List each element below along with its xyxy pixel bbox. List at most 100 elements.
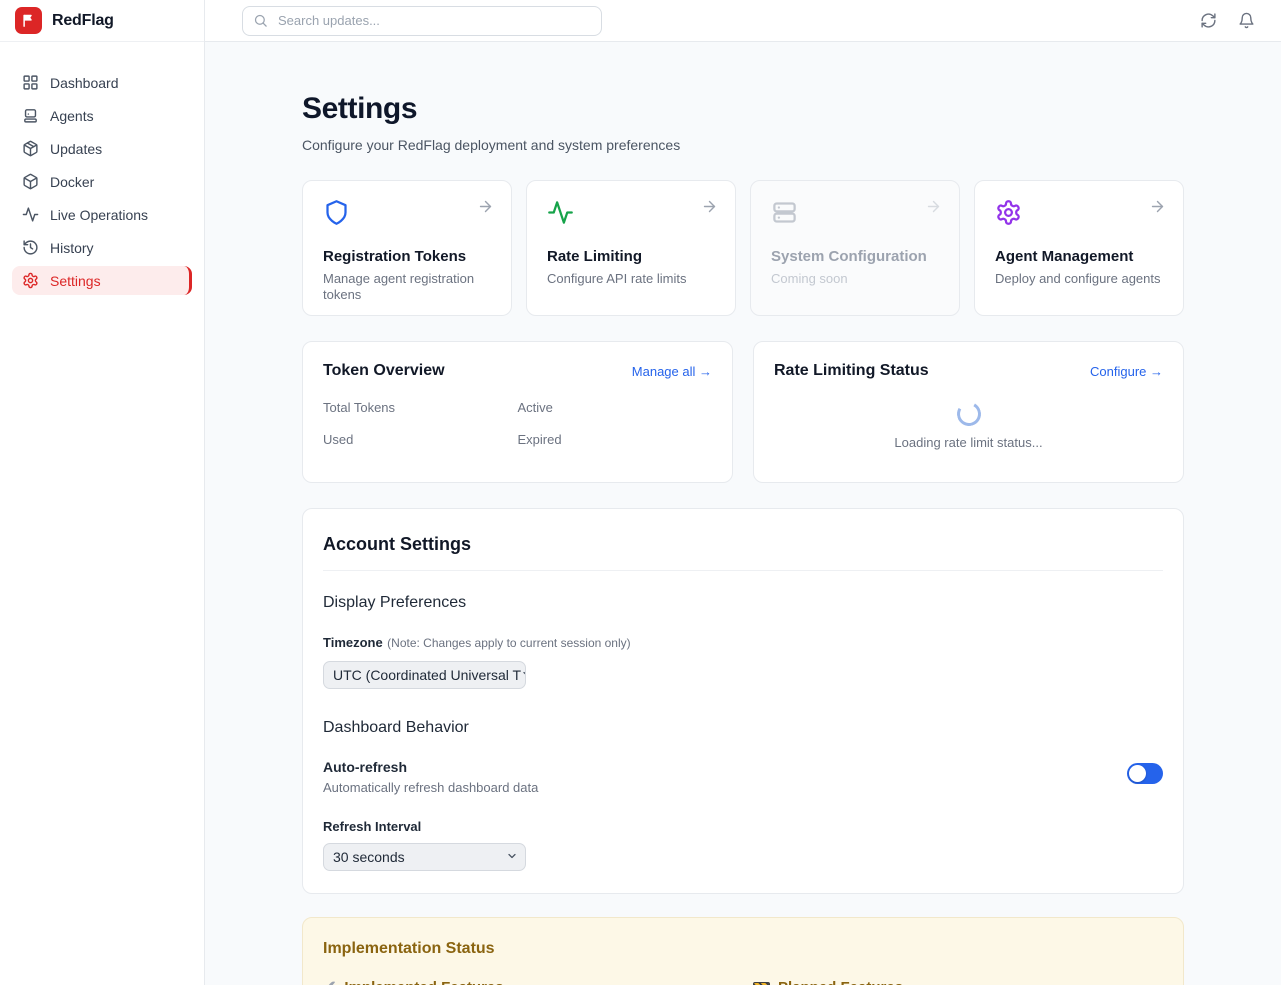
activity-icon [22, 206, 39, 223]
page-title: Settings [302, 92, 1184, 126]
quick-cards: Registration Tokens Manage agent registr… [302, 180, 1184, 316]
refresh-interval-value: 30 seconds [333, 849, 405, 865]
refresh-interval-select[interactable]: 30 seconds [323, 843, 526, 871]
card-system-configuration: System Configuration Coming soon [750, 180, 960, 316]
implemented-features-heading: Implemented Features [344, 979, 503, 985]
app-window: RedFlag Dashboard Agents Updates Docker … [0, 0, 1281, 985]
overview-panels: Token Overview Manage all → Total Tokens… [302, 341, 1184, 483]
search-box[interactable] [242, 6, 602, 36]
package-icon [22, 140, 39, 157]
timezone-note: (Note: Changes apply to current session … [387, 636, 630, 650]
server-icon [22, 107, 39, 124]
chevron-down-icon [521, 667, 526, 683]
construction-icon [753, 982, 770, 985]
page-subtitle: Configure your RedFlag deployment and sy… [302, 137, 1184, 153]
panel-title: Rate Limiting Status [774, 362, 929, 380]
auto-refresh-label: Auto-refresh [323, 759, 538, 775]
rate-limiting-status-panel: Rate Limiting Status Configure → Loading… [753, 341, 1184, 483]
bell-icon [1238, 12, 1255, 29]
sidebar-nav: Dashboard Agents Updates Docker Live Ope… [0, 42, 204, 321]
refresh-icon [1200, 12, 1217, 29]
manage-all-link[interactable]: Manage all → [632, 364, 712, 379]
configure-link[interactable]: Configure → [1090, 364, 1163, 379]
sidebar-item-history[interactable]: History [12, 233, 192, 262]
check-icon: ✔ [323, 980, 336, 985]
gear-icon [22, 272, 39, 289]
card-title: System Configuration [771, 248, 939, 265]
sidebar-item-label: Updates [50, 141, 102, 157]
card-desc: Deploy and configure agents [995, 271, 1163, 287]
main-area: Settings Configure your RedFlag deployme… [205, 0, 1281, 985]
card-desc: Configure API rate limits [547, 271, 715, 287]
toggle-knob [1129, 765, 1146, 782]
sidebar-item-label: History [50, 240, 94, 256]
card-title: Agent Management [995, 248, 1163, 265]
stat-total-tokens: Total Tokens [323, 400, 518, 415]
gear-icon [995, 213, 1022, 230]
sidebar-item-docker[interactable]: Docker [12, 167, 192, 196]
arrow-right-icon [701, 198, 718, 220]
card-rate-limiting[interactable]: Rate Limiting Configure API rate limits [526, 180, 736, 316]
card-registration-tokens[interactable]: Registration Tokens Manage agent registr… [302, 180, 512, 316]
search-icon [253, 13, 268, 28]
timezone-select[interactable]: UTC (Coordinated Universal T [323, 661, 526, 689]
stat-used: Used [323, 432, 518, 447]
search-input[interactable] [276, 12, 591, 29]
sidebar-item-label: Live Operations [50, 207, 148, 223]
sidebar-item-settings[interactable]: Settings [12, 266, 192, 295]
notifications-button[interactable] [1238, 12, 1255, 29]
sidebar-item-label: Docker [50, 174, 94, 190]
card-desc: Coming soon [771, 271, 939, 287]
display-preferences-heading: Display Preferences [323, 594, 1163, 612]
content-area: Settings Configure your RedFlag deployme… [205, 42, 1281, 985]
brand-header: RedFlag [0, 0, 204, 42]
shield-icon [323, 213, 350, 230]
panel-title: Token Overview [323, 362, 445, 380]
activity-icon [547, 213, 574, 230]
card-desc: Manage agent registration tokens [323, 271, 491, 304]
sidebar-item-updates[interactable]: Updates [12, 134, 192, 163]
arrow-right-icon [1149, 198, 1166, 220]
timezone-field: Timezone (Note: Changes apply to current… [323, 634, 1163, 689]
topbar-actions [1200, 12, 1255, 29]
dashboard-behavior-heading: Dashboard Behavior [323, 719, 1163, 737]
redflag-logo-icon [15, 7, 42, 34]
sidebar-item-label: Dashboard [50, 75, 119, 91]
sidebar-item-label: Settings [50, 273, 101, 289]
implementation-status-title: Implementation Status [323, 940, 1163, 958]
box-icon [22, 173, 39, 190]
sidebar-item-agents[interactable]: Agents [12, 101, 192, 130]
topbar [205, 0, 1281, 42]
arrow-right-icon [477, 198, 494, 220]
history-clock-icon [22, 239, 39, 256]
sidebar-item-dashboard[interactable]: Dashboard [12, 68, 192, 97]
account-settings-card: Account Settings Display Preferences Tim… [302, 508, 1184, 894]
sidebar-item-label: Agents [50, 108, 94, 124]
stat-expired: Expired [518, 432, 713, 447]
loading-text: Loading rate limit status... [894, 435, 1042, 450]
token-stats: Total Tokens Active Used Expired [323, 400, 712, 447]
refresh-interval-label: Refresh Interval [323, 819, 1163, 834]
brand-name: RedFlag [52, 12, 114, 30]
refresh-button[interactable] [1200, 12, 1217, 29]
server-icon [771, 213, 798, 230]
implemented-features-column: ✔ Implemented Features Registration toke… [323, 979, 733, 985]
sidebar-item-live-operations[interactable]: Live Operations [12, 200, 192, 229]
card-agent-management[interactable]: Agent Management Deploy and configure ag… [974, 180, 1184, 316]
planned-features-column: Planned Features System configuration ma… [753, 979, 1163, 985]
timezone-select-value: UTC (Coordinated Universal T [333, 667, 521, 683]
auto-refresh-toggle[interactable] [1127, 763, 1163, 784]
auto-refresh-row: Auto-refresh Automatically refresh dashb… [323, 759, 1163, 795]
dashboard-grid-icon [22, 74, 39, 91]
implementation-status-card: Implementation Status ✔ Implemented Feat… [302, 917, 1184, 985]
planned-features-heading: Planned Features [778, 979, 903, 985]
loading-indicator: Loading rate limit status... [774, 400, 1163, 450]
sidebar: RedFlag Dashboard Agents Updates Docker … [0, 0, 205, 985]
stat-active: Active [518, 400, 713, 415]
chevron-down-icon [506, 849, 518, 865]
card-title: Rate Limiting [547, 248, 715, 265]
arrow-right-icon [925, 198, 942, 220]
account-settings-title: Account Settings [323, 534, 1163, 571]
timezone-label: Timezone [323, 635, 383, 650]
refresh-interval-field: Refresh Interval 30 seconds [323, 819, 1163, 871]
